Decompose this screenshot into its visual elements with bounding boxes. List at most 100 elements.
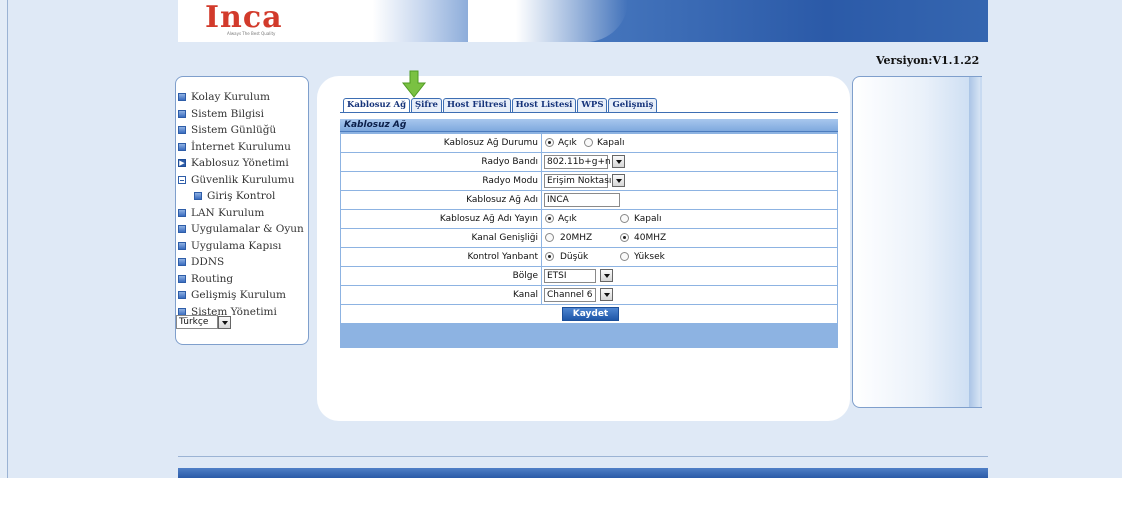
language-value[interactable]: Türkçe <box>176 315 218 329</box>
select-value[interactable]: Erişim Noktası <box>544 174 611 188</box>
menu-item-sistem-bilgisi[interactable]: Sistem Bilgisi <box>178 106 308 123</box>
language-select[interactable]: Türkçe <box>176 315 231 329</box>
header-curve <box>468 0 628 42</box>
radio-status-off[interactable] <box>584 138 593 147</box>
menu-item-label: Uygulamalar & Oyun <box>191 223 304 236</box>
radio-status-on[interactable] <box>545 138 554 147</box>
dropdown-arrow-icon[interactable] <box>612 155 625 168</box>
header-banner <box>178 0 988 42</box>
radio-band-select[interactable]: 802.11b+g+n <box>544 155 625 169</box>
square-bullet-icon <box>194 192 202 201</box>
radio-label: 40MHZ <box>634 233 667 243</box>
radio-width-20mhz[interactable] <box>545 233 554 242</box>
menu-item-ddns[interactable]: DDNS <box>178 254 308 271</box>
row-radio-mode: Radyo Modu Erişim Noktası <box>341 172 837 190</box>
tab-bar: Kablosuz Ağ Şifre Host Filtresi Host Lis… <box>343 98 658 112</box>
arrow-right-icon: ▶ <box>178 159 186 168</box>
region-select[interactable]: ETSI <box>544 269 613 283</box>
down-arrow-icon <box>401 70 427 98</box>
row-channel: Kanal Channel 6 <box>341 286 837 304</box>
field-value: Düşük Yüksek <box>542 248 837 266</box>
menu-item-label: Gelişmiş Kurulum <box>191 289 286 302</box>
dropdown-arrow-icon[interactable] <box>218 315 231 329</box>
dropdown-arrow-icon[interactable] <box>612 174 625 187</box>
field-label: Kontrol Yanbant <box>467 252 538 262</box>
menu-item-label: Sistem Günlüğü <box>191 124 277 137</box>
field-label: Kablosuz Ağ Durumu <box>443 138 538 148</box>
save-button[interactable]: Kaydet <box>562 307 619 321</box>
square-bullet-icon <box>178 258 186 267</box>
menu-item-kablosuz-yonetimi[interactable]: ▶ Kablosuz Yönetimi <box>178 155 308 172</box>
field-value: Açık Kapalı <box>542 134 837 152</box>
select-value[interactable]: ETSI <box>544 269 596 283</box>
square-bullet-icon <box>178 274 186 283</box>
field-value: Erişim Noktası <box>542 172 837 190</box>
tab-gelismis[interactable]: Gelişmiş <box>608 98 658 112</box>
select-value[interactable]: Channel 6 <box>544 288 596 302</box>
menu-item-gelismis-kurulum[interactable]: Gelişmiş Kurulum <box>178 287 308 304</box>
router-admin-page: Inca Always The Best Quality Versiyon:V1… <box>0 0 1122 513</box>
dropdown-arrow-icon[interactable] <box>600 269 613 282</box>
row-save: Kaydet <box>341 305 837 323</box>
square-bullet-icon <box>178 109 186 118</box>
row-region: Bölge ETSI <box>341 267 837 285</box>
menu-item-guvenlik-kurulumu[interactable]: Güvenlik Kurulumu <box>178 172 308 189</box>
menu-item-giris-kontrol[interactable]: Giriş Kontrol <box>178 188 308 205</box>
field-value: 20MHZ 40MHZ <box>542 229 837 247</box>
row-wireless-status: Kablosuz Ağ Durumu Açık Kapalı <box>341 134 837 152</box>
tab-host-listesi[interactable]: Host Listesi <box>511 98 577 112</box>
row-radio-band: Radyo Bandı 802.11b+g+n <box>341 153 837 171</box>
channel-select[interactable]: Channel 6 <box>544 288 613 302</box>
field-label: Radyo Bandı <box>481 157 538 167</box>
field-value: Açık Kapalı <box>542 210 837 228</box>
radio-width-40mhz[interactable] <box>620 233 629 242</box>
field-label: Kablosuz Ağ Adı Yayın <box>439 214 538 224</box>
radio-sideband-high[interactable] <box>620 252 629 261</box>
square-bullet-icon <box>178 208 186 217</box>
select-value[interactable]: 802.11b+g+n <box>544 155 611 169</box>
dropdown-arrow-icon[interactable] <box>600 288 613 301</box>
tab-wps[interactable]: WPS <box>577 98 608 112</box>
menu-item-uygulamalar-oyun[interactable]: Uygulamalar & Oyun <box>178 221 308 238</box>
radio-label: Açık <box>558 138 577 148</box>
tab-kablosuz-ag[interactable]: Kablosuz Ağ <box>343 98 411 112</box>
field-label: Kablosuz Ağ Adı <box>466 195 538 205</box>
field-value: 802.11b+g+n <box>542 153 837 171</box>
square-bullet-icon <box>178 291 186 300</box>
square-bullet-icon <box>178 142 186 151</box>
square-bullet-icon <box>178 225 186 234</box>
menu-item-routing[interactable]: Routing <box>178 271 308 288</box>
square-bullet-icon <box>178 126 186 135</box>
radio-broadcast-on[interactable] <box>545 214 554 223</box>
tab-host-filtresi[interactable]: Host Filtresi <box>442 98 511 112</box>
ssid-input[interactable]: INCA <box>544 193 620 207</box>
menu-item-label: DDNS <box>191 256 225 269</box>
right-panel-scrollbar[interactable] <box>969 77 980 407</box>
menu-item-label: İnternet Kurulumu <box>191 140 291 153</box>
menu-item-lan-kurulum[interactable]: LAN Kurulum <box>178 205 308 222</box>
field-label: Kanal Genişliği <box>471 233 538 243</box>
row-control-sideband: Kontrol Yanbant Düşük Yüksek <box>341 248 837 266</box>
row-ssid: Kablosuz Ağ Adı INCA <box>341 191 837 209</box>
window-left-border <box>0 0 8 478</box>
footer-divider <box>178 456 988 457</box>
menu-item-internet-kurulumu[interactable]: İnternet Kurulumu <box>178 139 308 156</box>
row-channel-width: Kanal Genişliği 20MHZ 40MHZ <box>341 229 837 247</box>
radio-broadcast-off[interactable] <box>620 214 629 223</box>
menu-item-kolay-kurulum[interactable]: Kolay Kurulum <box>178 89 308 106</box>
logo-text: Inca <box>205 0 283 35</box>
tab-sifre[interactable]: Şifre <box>411 98 442 112</box>
collapse-icon <box>178 175 186 184</box>
tab-underline <box>340 112 838 113</box>
menu-item-label: LAN Kurulum <box>191 206 265 219</box>
page-bottom-area <box>0 478 1122 513</box>
square-bullet-icon <box>178 93 186 102</box>
field-value: INCA <box>542 191 837 209</box>
radio-label: Kapalı <box>634 214 662 224</box>
menu-item-label: Kolay Kurulum <box>191 91 271 104</box>
menu-item-uygulama-kapisi[interactable]: Uygulama Kapısı <box>178 238 308 255</box>
radio-sideband-low[interactable] <box>545 252 554 261</box>
menu-item-label: Routing <box>191 272 234 285</box>
menu-item-sistem-gunlugu[interactable]: Sistem Günlüğü <box>178 122 308 139</box>
radio-mode-select[interactable]: Erişim Noktası <box>544 174 625 188</box>
